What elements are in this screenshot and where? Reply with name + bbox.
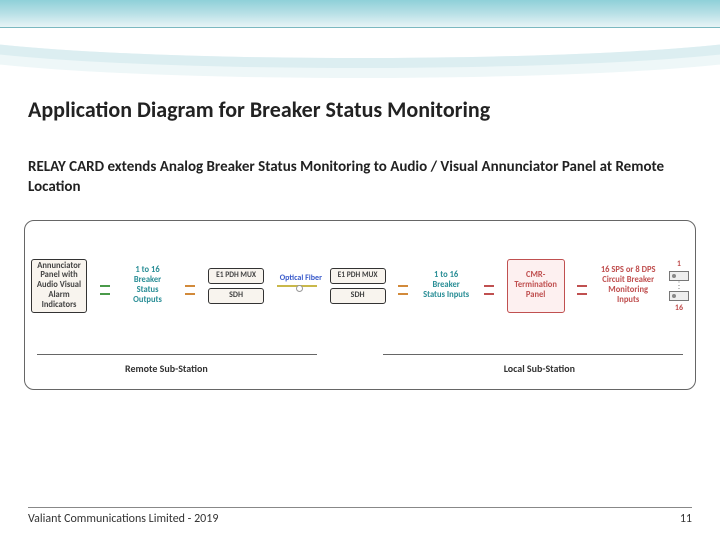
page-subtitle: RELAY CARD extends Analog Breaker Status… <box>28 158 692 197</box>
terminal-column: 1 ⋮ 16 <box>669 259 689 312</box>
footer-company: Valiant Communications Limited - 2019 <box>28 512 218 526</box>
application-diagram: Annunciator Panel with Audio Visual Alar… <box>24 220 696 390</box>
sdh-box: SDH <box>208 288 264 304</box>
local-substation-label: Local Sub-Station <box>504 362 575 375</box>
terminal-number-top: 1 <box>677 259 681 269</box>
slide-footer: Valiant Communications Limited - 2019 11 <box>28 507 692 526</box>
terminal-icon <box>669 271 689 281</box>
monitoring-inputs-label: 16 SPS or 8 DPS Circuit Breaker Monitori… <box>600 266 656 305</box>
e1-pdh-mux-box: E1 PDH MUX <box>330 268 386 284</box>
optical-fiber-label: Optical Fiber <box>271 273 331 283</box>
wire-segment <box>185 285 195 287</box>
wire-segment <box>100 285 110 287</box>
optical-fiber-link: Optical Fiber <box>277 285 317 287</box>
cmr-termination-panel-box: CMR-Termination Panel <box>507 259 565 313</box>
wire-segment <box>577 285 587 287</box>
diagram-row: Annunciator Panel with Audio Visual Alar… <box>25 259 695 313</box>
e1-pdh-mux-box: E1 PDH MUX <box>208 268 264 284</box>
terminal-icon <box>669 291 689 301</box>
left-mux-stack: E1 PDH MUX SDH <box>208 268 264 304</box>
terminal-ellipsis: ⋮ <box>674 283 683 288</box>
annunciator-panel-box: Annunciator Panel with Audio Visual Alar… <box>31 259 87 313</box>
page-title: Application Diagram for Breaker Status M… <box>28 96 490 123</box>
wire-segment <box>484 285 494 287</box>
breaker-status-outputs-label: 1 to 16 Breaker Status Outputs <box>123 266 173 305</box>
breaker-status-inputs-label: 1 to 16 Breaker Status Inputs <box>421 271 471 300</box>
terminal-number-bottom: 16 <box>675 303 683 313</box>
substation-rule <box>37 354 317 355</box>
header-wave <box>0 28 720 88</box>
sdh-box: SDH <box>330 288 386 304</box>
remote-substation-label: Remote Sub-Station <box>125 362 208 375</box>
header-stripe <box>0 0 720 28</box>
right-mux-stack: E1 PDH MUX SDH <box>330 268 386 304</box>
wire-segment <box>398 285 408 287</box>
substation-rule <box>383 354 683 355</box>
footer-page-number: 11 <box>680 512 692 526</box>
